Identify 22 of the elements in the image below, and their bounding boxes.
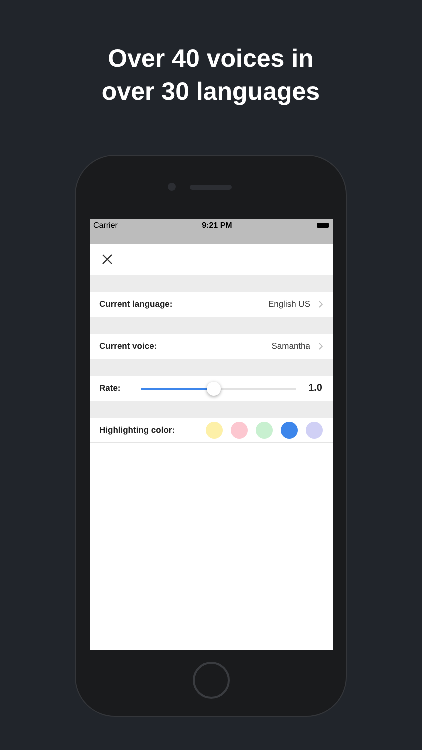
home-button[interactable] <box>192 662 230 699</box>
headline: Over 40 voices in over 30 languages <box>100 44 322 108</box>
chevron-icon <box>318 301 322 308</box>
battery-icon <box>316 223 328 228</box>
clock-text: 9:21 PM <box>202 220 232 232</box>
rate-value: 1.0 <box>308 382 322 396</box>
setting-label: Current voice: <box>100 340 158 353</box>
color-swatch[interactable] <box>256 422 272 438</box>
setting-label: Current language: <box>100 298 173 311</box>
setting-label: Rate: <box>100 382 121 395</box>
color-swatch[interactable] <box>280 422 298 438</box>
chevron-icon <box>318 343 322 350</box>
color-swatch[interactable] <box>306 422 322 438</box>
setting-value[interactable]: Samantha <box>272 340 310 353</box>
setting-value[interactable]: English US <box>268 298 310 311</box>
close-icon[interactable] <box>102 254 112 265</box>
color-swatch[interactable] <box>206 422 222 438</box>
rate-slider[interactable] <box>140 382 296 396</box>
color-swatch[interactable] <box>230 422 248 438</box>
setting-label: Highlighting color: <box>100 424 176 436</box>
slider-thumb[interactable] <box>206 382 221 396</box>
carrier-text: Carrier <box>94 220 118 232</box>
